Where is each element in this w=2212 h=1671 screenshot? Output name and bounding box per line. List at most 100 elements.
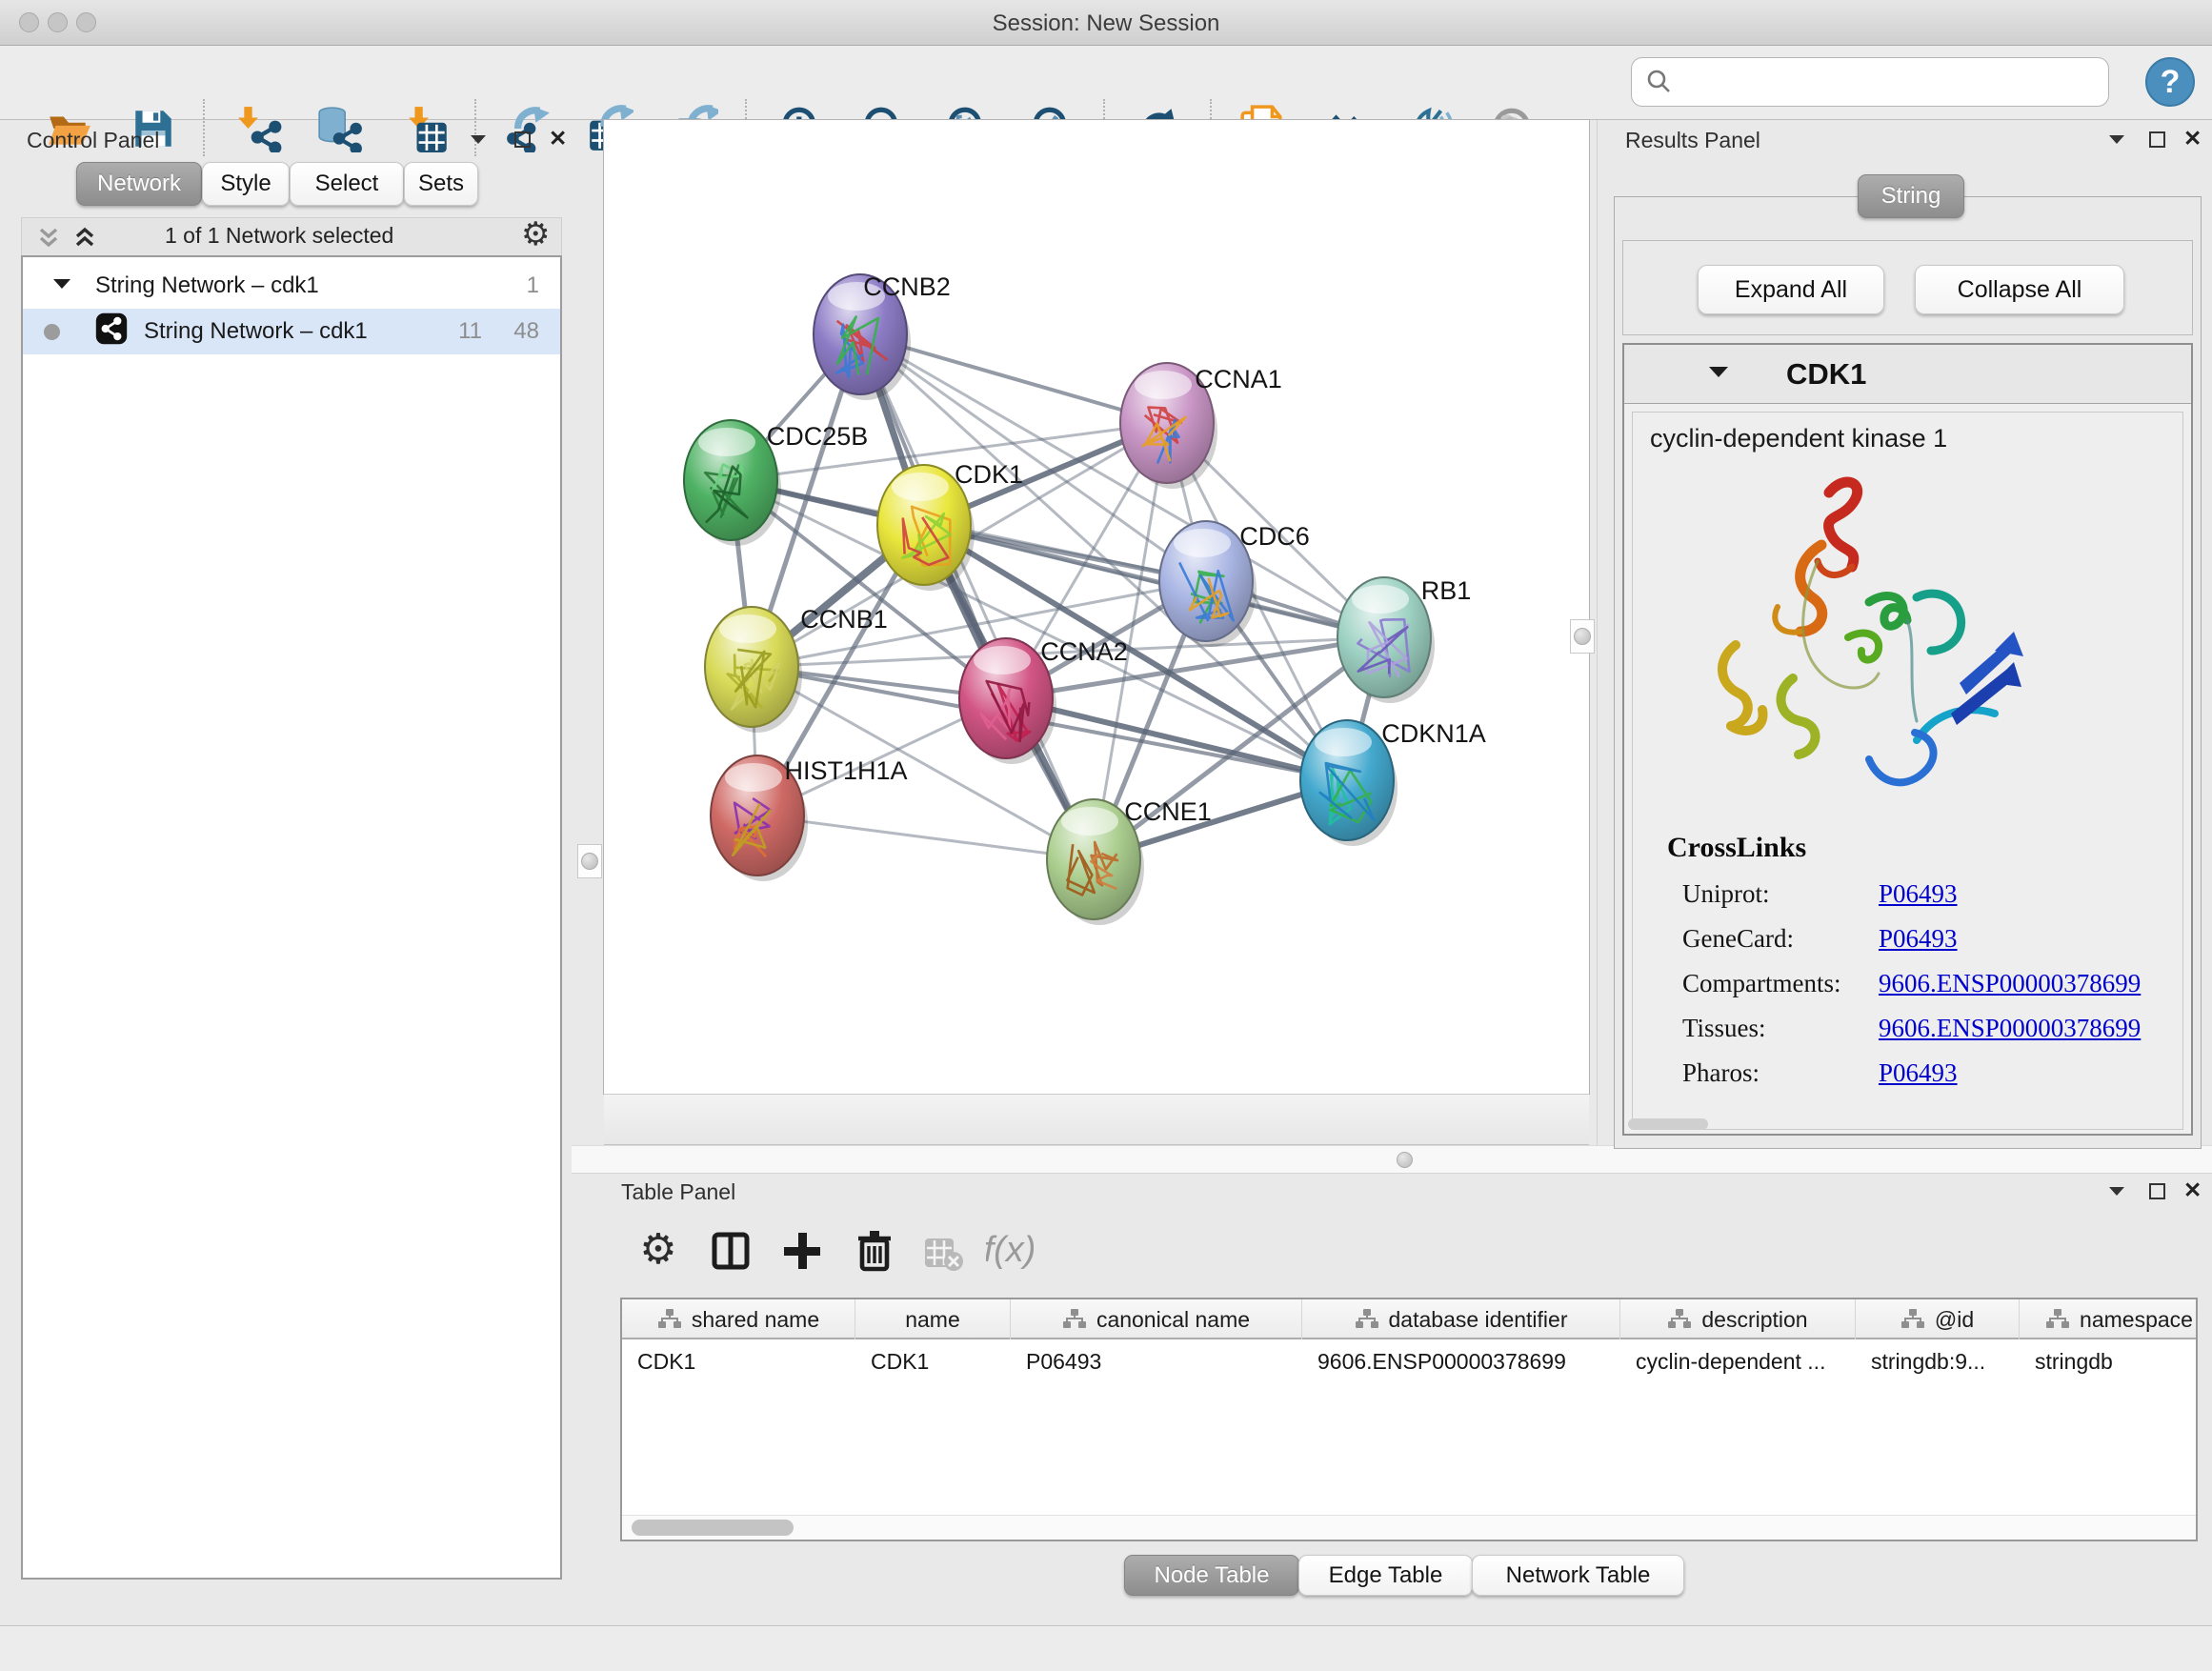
gene-section-header[interactable]: CDK1 — [1624, 345, 2191, 404]
collapse-all-button[interactable]: Collapse All — [1915, 265, 2124, 314]
node-RB1[interactable]: RB1 — [1337, 576, 1471, 703]
cell-namespace[interactable]: stringdb — [2020, 1339, 2198, 1383]
tab-edge-table[interactable]: Edge Table — [1298, 1555, 1473, 1596]
svg-text:⚙: ⚙ — [639, 1227, 676, 1273]
node-label-HIST1H1A: HIST1H1A — [784, 756, 907, 785]
search-box[interactable] — [1631, 57, 2109, 107]
tab-network[interactable]: Network — [76, 162, 202, 206]
right-splitter-handle[interactable] — [1570, 619, 1595, 654]
node-label-CCNA1: CCNA1 — [1195, 365, 1282, 393]
node-label-CCNB1: CCNB1 — [800, 605, 888, 634]
svg-text:f(x): f(x) — [986, 1230, 1034, 1270]
tab-sets[interactable]: Sets — [404, 162, 478, 206]
crosslink-link[interactable]: P06493 — [1879, 879, 1958, 909]
show-columns-icon[interactable] — [707, 1227, 754, 1275]
search-icon — [1645, 68, 1674, 96]
network-view-toolbar: String Network – cdk1 1 - 0 0 - 0 — [604, 1094, 1589, 1145]
node-CDC6[interactable]: CDC6 — [1159, 521, 1310, 647]
results-panel-title: Results Panel — [1625, 128, 1760, 153]
cell-shared-name[interactable]: CDK1 — [622, 1339, 855, 1383]
tab-node-table[interactable]: Node Table — [1124, 1555, 1299, 1596]
control-panel-float-icon[interactable] — [467, 130, 490, 153]
node-CCNB1[interactable]: CCNB1 — [705, 605, 888, 733]
table-horizontal-scrollbar[interactable] — [622, 1515, 2196, 1540]
node-label-CDKN1A: CDKN1A — [1381, 719, 1486, 748]
delete-column-icon[interactable] — [851, 1227, 898, 1275]
network-tree-row[interactable]: String Network – cdk1 1 — [23, 263, 560, 309]
control-panel-undock-icon[interactable] — [514, 131, 531, 148]
node-CCNE1[interactable]: CCNE1 — [1047, 797, 1212, 925]
column-header-canonical-name[interactable]: canonical name — [1011, 1299, 1302, 1339]
table-settings-gear-icon[interactable]: ⚙ — [634, 1227, 682, 1275]
results-panel-close-icon[interactable]: ✕ — [2183, 126, 2202, 151]
tab-select[interactable]: Select — [290, 162, 404, 206]
results-scrollbar-thumb[interactable] — [1628, 1118, 1708, 1130]
import-network-database-icon[interactable] — [314, 103, 366, 154]
network-collection-label: String Network – cdk1 — [95, 272, 319, 299]
column-header--id[interactable]: @id — [1856, 1299, 2020, 1339]
left-splitter-handle[interactable] — [577, 844, 602, 878]
column-header-name[interactable]: name — [855, 1299, 1011, 1339]
splitter-grip-icon[interactable] — [1397, 1152, 1413, 1168]
collection-count: 1 — [527, 272, 539, 299]
tab-string[interactable]: String — [1858, 174, 1964, 218]
import-network-file-icon[interactable] — [234, 103, 286, 154]
node-CCNA2[interactable]: CCNA2 — [959, 637, 1128, 764]
cell-description[interactable]: cyclin-dependent ... — [1620, 1339, 1856, 1383]
network-options-gear-icon[interactable]: ⚙ — [521, 215, 550, 253]
column-header-database-identifier[interactable]: database identifier — [1302, 1299, 1620, 1339]
table-header-row: shared namenamecanonical namedatabase id… — [622, 1299, 2198, 1339]
expand-all-button[interactable]: Expand All — [1698, 265, 1884, 314]
node-label-CDC6: CDC6 — [1239, 522, 1310, 551]
results-panel-float-icon[interactable] — [2105, 130, 2128, 153]
node-HIST1H1A[interactable]: HIST1H1A — [711, 755, 908, 881]
table-panel-close-icon[interactable]: ✕ — [2183, 1178, 2202, 1203]
crosslink-link[interactable]: P06493 — [1879, 924, 1958, 954]
function-builder-icon: f(x) — [986, 1227, 1034, 1275]
results-panel-undock-icon[interactable] — [2149, 131, 2165, 148]
section-collapse-icon[interactable] — [1706, 362, 1731, 386]
crosslink-label: Compartments: — [1682, 969, 1840, 998]
status-bar: Memory — [0, 1625, 2212, 1671]
cell-name[interactable]: CDK1 — [855, 1339, 1011, 1383]
horizontal-splitter[interactable] — [572, 1145, 2212, 1174]
node-CCNA1[interactable]: CCNA1 — [1120, 363, 1282, 489]
tab-style[interactable]: Style — [202, 162, 290, 206]
collapse-all-networks-icon[interactable] — [35, 226, 62, 255]
delete-table-icon — [919, 1227, 967, 1275]
control-panel-close-icon[interactable]: ✕ — [549, 126, 567, 151]
node-label-CCNA2: CCNA2 — [1040, 637, 1128, 666]
crosslink-link[interactable]: 9606.ENSP00000378699 — [1879, 969, 2141, 998]
node-CDKN1A[interactable]: CDKN1A — [1300, 719, 1486, 846]
crosslink-link[interactable]: P06493 — [1879, 1058, 1958, 1088]
help-button[interactable]: ? — [2144, 56, 2196, 108]
cell--id[interactable]: stringdb:9... — [1856, 1339, 2020, 1383]
network-canvas[interactable]: CCNB2CCNA1CDC25BCDK1CDC6RB1CCNB1CCNA2CDK… — [604, 120, 1589, 1094]
svg-text:?: ? — [2161, 64, 2181, 100]
import-table-file-icon[interactable] — [403, 103, 454, 154]
expand-all-networks-icon[interactable] — [71, 226, 98, 255]
network-selector-bar: 1 of 1 Network selected ⚙ — [21, 217, 562, 255]
add-column-icon[interactable] — [778, 1227, 826, 1275]
crosslink-link[interactable]: 9606.ENSP00000378699 — [1879, 1014, 2141, 1043]
tab-network-table[interactable]: Network Table — [1472, 1555, 1684, 1596]
crosslinks-title: CrossLinks — [1667, 832, 1806, 864]
cell-database-identifier[interactable]: 9606.ENSP00000378699 — [1302, 1339, 1620, 1383]
column-header-description[interactable]: description — [1620, 1299, 1856, 1339]
node-CDC25B[interactable]: CDC25B — [684, 420, 868, 546]
node-label-RB1: RB1 — [1421, 576, 1472, 605]
search-input[interactable] — [1674, 69, 2083, 95]
column-header-shared-name[interactable]: shared name — [622, 1299, 855, 1339]
table-panel-title: Table Panel — [621, 1179, 735, 1205]
cell-canonical-name[interactable]: P06493 — [1011, 1339, 1302, 1383]
scrollbar-thumb[interactable] — [632, 1520, 794, 1536]
table-panel-float-icon[interactable] — [2105, 1181, 2128, 1205]
results-sections: CDK1 cyclin-dependent kinase 1 — [1622, 343, 2193, 1136]
gene-section-content: cyclin-dependent kinase 1 C — [1632, 412, 2183, 1130]
network-tree-row[interactable]: String Network – cdk1 11 48 — [23, 309, 560, 354]
tree-expander-icon[interactable] — [51, 272, 72, 299]
column-header-namespace[interactable]: namespace — [2020, 1299, 2198, 1339]
gene-description: cyclin-dependent kinase 1 — [1650, 424, 1947, 453]
node-CCNB2[interactable]: CCNB2 — [814, 272, 951, 400]
table-panel-undock-icon[interactable] — [2149, 1183, 2165, 1199]
